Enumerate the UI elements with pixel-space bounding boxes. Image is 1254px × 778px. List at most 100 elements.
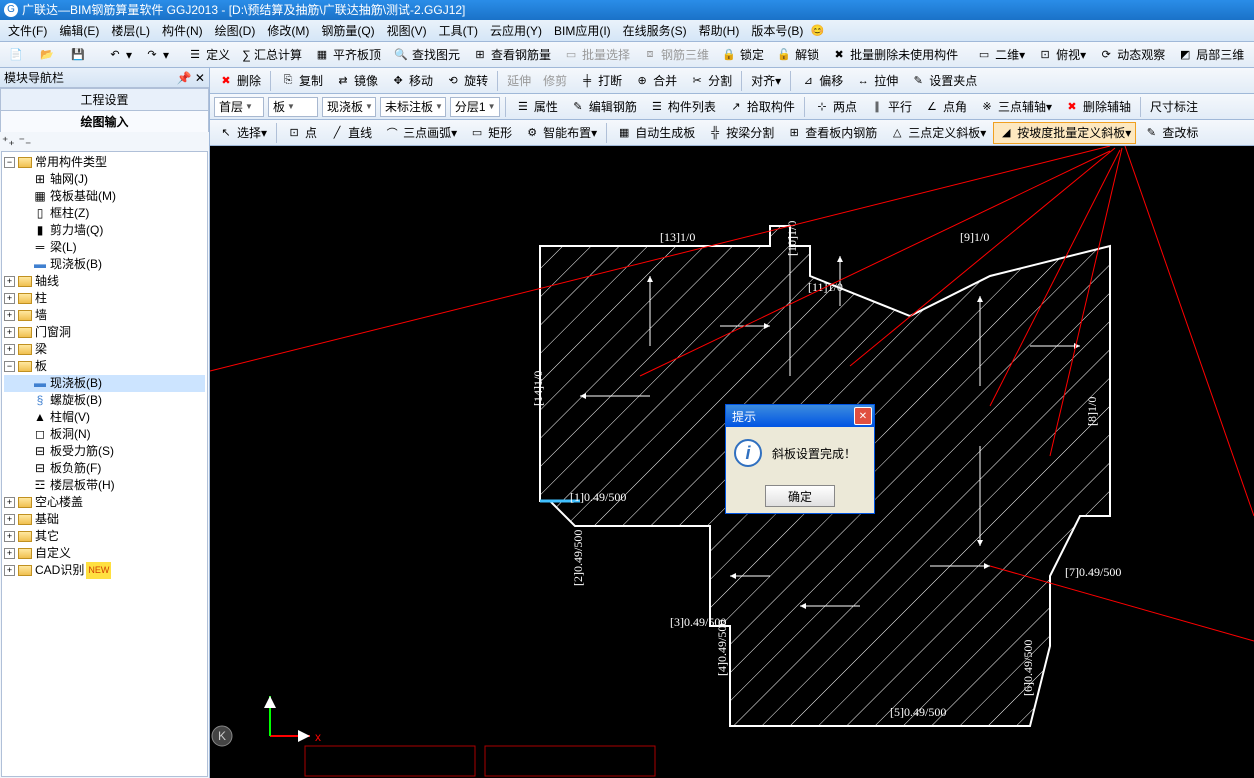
tree-item[interactable]: 其它 xyxy=(35,528,59,545)
tree-item[interactable]: 筏板基础(M) xyxy=(50,188,116,205)
tree-item[interactable]: 板负筋(F) xyxy=(50,460,101,477)
drawing-canvas[interactable]: [13]1/0 [10]1/0 [9]1/0 [11]1/0 [14]1/0 [… xyxy=(210,146,1254,778)
layer-select[interactable]: 分层1▼ xyxy=(450,97,500,117)
menu-online[interactable]: 在线服务(S) xyxy=(617,21,693,41)
undo-button[interactable]: ↶▾ xyxy=(102,44,137,66)
parallel-button[interactable]: ∥平行 xyxy=(864,96,917,118)
tree-item[interactable]: 基础 xyxy=(35,511,59,528)
2d-button[interactable]: ▭二维▾ xyxy=(971,44,1030,66)
rebar-3d-button[interactable]: ⧈钢筋三维 xyxy=(637,44,714,66)
annot-select[interactable]: 未标注板▼ xyxy=(380,97,446,117)
tab-project-settings[interactable]: 工程设置 xyxy=(0,88,209,110)
menu-floor[interactable]: 楼层(L) xyxy=(105,21,156,41)
define-button[interactable]: ☰定义 xyxy=(182,44,235,66)
tree-toggle[interactable]: − xyxy=(4,157,15,168)
menu-view[interactable]: 视图(V) xyxy=(381,21,433,41)
tab-draw-input[interactable]: 绘图输入 xyxy=(0,110,209,132)
tree-item[interactable]: 板 xyxy=(35,358,47,375)
batch-del-button[interactable]: ✖批量删除未使用构件 xyxy=(826,44,963,66)
tree-item[interactable]: CAD识别 xyxy=(35,562,84,579)
grip-button[interactable]: ✎设置夹点 xyxy=(905,70,982,92)
tree-item[interactable]: 墙 xyxy=(35,307,47,324)
dyn-observe-button[interactable]: ⟳动态观察 xyxy=(1093,44,1170,66)
tree-toggle[interactable]: + xyxy=(4,327,15,338)
save-button[interactable]: 💾 xyxy=(65,44,94,66)
line-button[interactable]: ╱直线 xyxy=(324,122,377,144)
flatten-top-button[interactable]: ▦平齐板顶 xyxy=(309,44,386,66)
point-button[interactable]: ⊡点 xyxy=(281,122,322,144)
menu-modify[interactable]: 修改(M) xyxy=(261,21,315,41)
tree-root[interactable]: 常用构件类型 xyxy=(35,154,107,171)
dialog-ok-button[interactable]: 确定 xyxy=(765,485,835,507)
three-point-slab-button[interactable]: △三点定义斜板▾ xyxy=(884,122,991,144)
batch-select-button[interactable]: ▭批量选择 xyxy=(558,44,635,66)
find-drawing-button[interactable]: 🔍查找图元 xyxy=(388,44,465,66)
arc-button[interactable]: ⌒三点画弧▾ xyxy=(379,122,462,144)
menu-rebar[interactable]: 钢筋量(Q) xyxy=(315,21,380,41)
tree-item[interactable]: 门窗洞 xyxy=(35,324,71,341)
unlock-button[interactable]: 🔓解锁 xyxy=(771,44,824,66)
tree-item[interactable]: 柱 xyxy=(35,290,47,307)
menu-version[interactable]: 版本号(B) xyxy=(745,21,809,41)
modify-label-button[interactable]: ✎查改标 xyxy=(1138,122,1203,144)
delete-button[interactable]: ✖删除 xyxy=(213,70,266,92)
attr-button[interactable]: ☰属性 xyxy=(510,96,563,118)
expand-icon[interactable]: ⁺₊ xyxy=(2,134,15,148)
split-button[interactable]: ✂分割 xyxy=(684,70,737,92)
trim-button[interactable]: 修剪 xyxy=(538,70,572,92)
component-tree[interactable]: −常用构件类型 ⊞轴网(J) ▦筏板基础(M) ▯框柱(Z) ▮剪力墙(Q) ═… xyxy=(1,151,208,777)
tree-item[interactable]: 楼层板带(H) xyxy=(50,477,115,494)
tree-item-slab[interactable]: 现浇板(B) xyxy=(50,375,102,392)
split-beam-button[interactable]: ╬按梁分割 xyxy=(702,122,779,144)
tree-toggle[interactable]: − xyxy=(4,361,15,372)
partial-3d-button[interactable]: ◩局部三维 xyxy=(1172,44,1249,66)
tree-item[interactable]: 柱帽(V) xyxy=(50,409,90,426)
tree-toggle[interactable]: + xyxy=(4,514,15,525)
collapse-icon[interactable]: ⁻₋ xyxy=(19,134,32,148)
del-aux-button[interactable]: ✖删除辅轴 xyxy=(1059,96,1136,118)
tree-toggle[interactable]: + xyxy=(4,548,15,559)
overlook-button[interactable]: ⊡俯视▾ xyxy=(1032,44,1091,66)
tree-toggle[interactable]: + xyxy=(4,310,15,321)
inner-rebar-button[interactable]: ⊞查看板内钢筋 xyxy=(781,122,882,144)
menu-draw[interactable]: 绘图(D) xyxy=(209,21,262,41)
pin-icon[interactable]: 📌 ✕ xyxy=(177,68,205,88)
tree-toggle[interactable]: + xyxy=(4,344,15,355)
tree-toggle[interactable]: + xyxy=(4,497,15,508)
dialog-titlebar[interactable]: 提示 ✕ xyxy=(726,405,874,427)
three-point-aux-button[interactable]: ※三点辅轴▾ xyxy=(974,96,1057,118)
menu-cloud[interactable]: 云应用(Y) xyxy=(484,21,548,41)
open-button[interactable]: 📂 xyxy=(34,44,63,66)
batch-slope-slab-button[interactable]: ◢按坡度批量定义斜板▾ xyxy=(993,122,1136,144)
menu-edit[interactable]: 编辑(E) xyxy=(53,21,105,41)
menu-tools[interactable]: 工具(T) xyxy=(433,21,484,41)
new-button[interactable]: 📄 xyxy=(3,44,32,66)
tree-item[interactable]: 螺旋板(B) xyxy=(50,392,102,409)
break-button[interactable]: ╪打断 xyxy=(574,70,627,92)
tree-toggle[interactable]: + xyxy=(4,293,15,304)
mirror-button[interactable]: ⇄镜像 xyxy=(330,70,383,92)
two-point-button[interactable]: ⊹两点 xyxy=(809,96,862,118)
tree-item[interactable]: 剪力墙(Q) xyxy=(50,222,103,239)
edit-rebar-button[interactable]: ✎编辑钢筋 xyxy=(565,96,642,118)
tree-item[interactable]: 板受力筋(S) xyxy=(50,443,114,460)
tree-toggle[interactable]: + xyxy=(4,276,15,287)
tree-item[interactable]: 梁 xyxy=(35,341,47,358)
menu-help[interactable]: 帮助(H) xyxy=(693,21,746,41)
dialog-close-button[interactable]: ✕ xyxy=(854,407,872,425)
menu-component[interactable]: 构件(N) xyxy=(156,21,209,41)
pick-comp-button[interactable]: ↗拾取构件 xyxy=(723,96,800,118)
tree-toggle[interactable]: + xyxy=(4,565,15,576)
merge-button[interactable]: ⊕合并 xyxy=(629,70,682,92)
floor-select[interactable]: 首层▼ xyxy=(214,97,264,117)
rotate-button[interactable]: ⟲旋转 xyxy=(440,70,493,92)
tree-item[interactable]: 框柱(Z) xyxy=(50,205,89,222)
menu-file[interactable]: 文件(F) xyxy=(2,21,53,41)
redo-button[interactable]: ↷▾ xyxy=(139,44,174,66)
stretch-button[interactable]: ↔拉伸 xyxy=(850,70,903,92)
tree-item[interactable]: 梁(L) xyxy=(50,239,77,256)
extend-button[interactable]: 延伸 xyxy=(502,70,536,92)
smart-layout-button[interactable]: ⚙智能布置▾ xyxy=(519,122,602,144)
comp-list-button[interactable]: ☰构件列表 xyxy=(644,96,721,118)
move-button[interactable]: ✥移动 xyxy=(385,70,438,92)
